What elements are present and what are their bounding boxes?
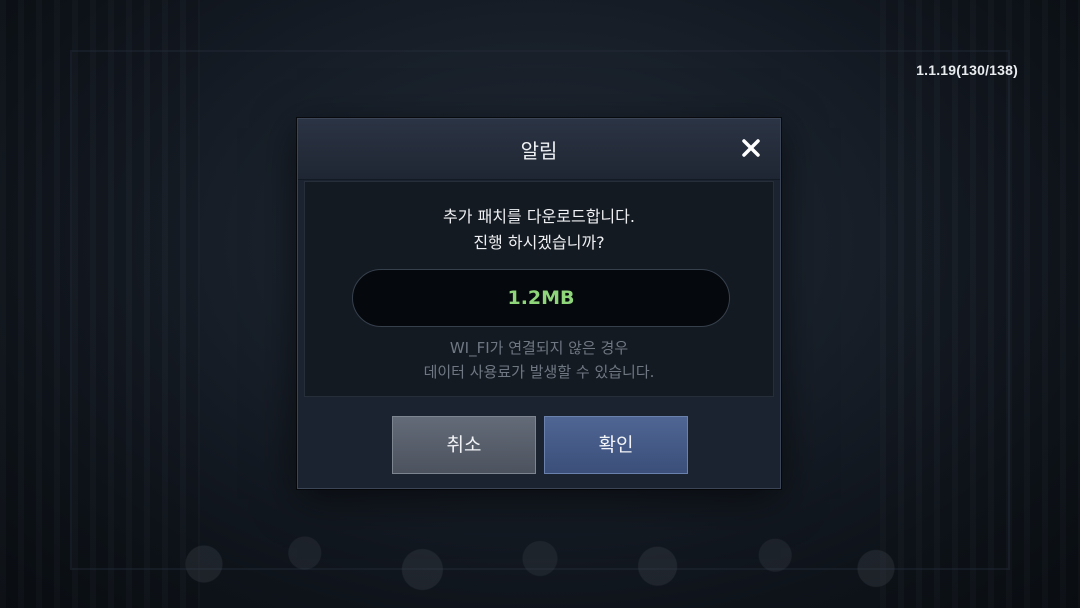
message-line-1: 추가 패치를 다운로드합니다. [443, 207, 635, 226]
cancel-button[interactable]: 취소 [392, 416, 536, 474]
background-crowd [120, 498, 960, 608]
close-icon [742, 139, 760, 157]
version-label: 1.1.19(130/138) [916, 62, 1018, 78]
dialog-title: 알림 [520, 139, 558, 163]
note-line-1: WI_FI가 연결되지 않은 경우 [449, 339, 629, 357]
dialog-content-panel: 추가 패치를 다운로드합니다. 진행 하시겠습니까? 1.2MB WI_FI가 … [304, 181, 774, 397]
download-size-display: 1.2MB [352, 269, 730, 327]
close-button[interactable] [736, 133, 766, 163]
game-screen: 1.1.19(130/138) 알림 추가 패치를 다운로드합니다. 진행 하시… [0, 0, 1080, 608]
dialog-header: 알림 [298, 119, 780, 180]
dialog-message: 추가 패치를 다운로드합니다. 진행 하시겠습니까? [305, 204, 773, 256]
data-charge-notice: WI_FI가 연결되지 않은 경우 데이터 사용료가 발생할 수 있습니다. [305, 336, 773, 384]
confirm-button[interactable]: 확인 [544, 416, 688, 474]
message-line-2: 진행 하시겠습니까? [473, 233, 605, 252]
note-line-2: 데이터 사용료가 발생할 수 있습니다. [423, 363, 655, 381]
patch-download-dialog: 알림 추가 패치를 다운로드합니다. 진행 하시겠습니까? 1.2MB WI_F… [297, 118, 781, 489]
